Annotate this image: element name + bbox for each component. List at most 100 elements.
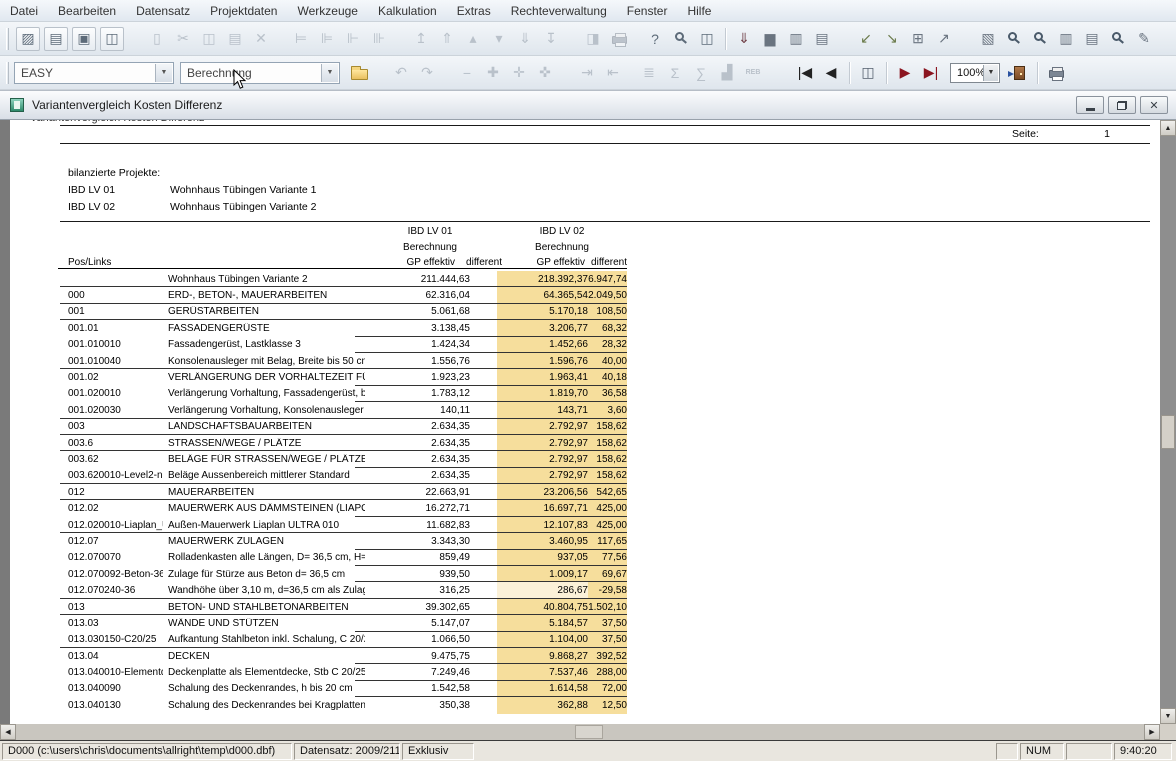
menu-item-hilfe[interactable]: Hilfe [677,1,721,21]
move-top-icon[interactable]: ↥ [409,27,433,51]
last-record-button[interactable]: ▶| [919,61,943,85]
cut-icon[interactable]: ✂ [171,27,195,51]
page-preview-icon[interactable]: ◨ [581,27,605,51]
view-picture-icon[interactable]: ▣ [72,27,96,51]
close-preview-button[interactable] [1007,61,1031,85]
row-different-lv02: 392,52 [588,648,627,664]
doc-export-icon[interactable]: ▥ [784,27,808,51]
horizontal-scrollbar[interactable]: ◀ ▶ [0,724,1160,740]
move-up-icon[interactable]: ▴ [461,27,485,51]
menu-item-kalkulation[interactable]: Kalkulation [368,1,447,21]
scroll-right-button[interactable]: ▶ [1144,724,1160,740]
move-bottom-icon[interactable]: ↧ [539,27,563,51]
move-pageup-icon[interactable]: ⇑ [435,27,459,51]
window-tile-icon[interactable]: ⊞ [906,27,930,51]
chart-icon[interactable]: ▟ [715,61,739,85]
scroll-down-button[interactable]: ▼ [1160,708,1176,724]
first-record-button[interactable]: |◀ [793,61,817,85]
row-gp-effektiv-lv01: 9.475,75 [365,651,470,662]
copy-icon[interactable]: ◫ [197,27,221,51]
print-report-button[interactable] [1044,61,1068,85]
profile-combo[interactable]: EASY ▼ [14,62,174,84]
reb-icon[interactable]: REB [741,61,765,85]
book-arrow-icon[interactable]: ▥ [1054,27,1078,51]
undo-icon[interactable]: ↶ [389,61,413,85]
view-graphic-icon[interactable]: ▨ [16,27,40,51]
menu-item-rechteverwaltung[interactable]: Rechteverwaltung [501,1,617,21]
add-position-icon[interactable]: ✛ [507,61,531,85]
new-icon[interactable]: ▯ [145,27,169,51]
tree-level2-icon[interactable]: ⊫ [315,27,339,51]
jump-back-icon[interactable]: ↙ [854,27,878,51]
row-gp-effektiv-lv01: 11.682,83 [365,520,470,531]
row-gp-effektiv-lv02: 7.537,46 [497,664,588,680]
jump-forward-icon[interactable]: ↘ [880,27,904,51]
help-icon[interactable]: ? [643,27,667,51]
zoom-select[interactable]: 100%▼ [950,63,1000,83]
toolbar-grip[interactable] [6,28,9,50]
row-separator [355,401,627,402]
tree-level1-icon[interactable]: ⊨ [289,27,313,51]
list-icon[interactable]: ≣ [637,61,661,85]
table-row: 003.6STRASSEN/WEGE / PLÄTZE2.634,352.792… [68,435,627,451]
menu-item-extras[interactable]: Extras [447,1,501,21]
tree-structure-icon[interactable]: ⊪ [367,27,391,51]
pin-icon[interactable]: ↗ [932,27,956,51]
promote-icon[interactable]: ⇤ [601,61,625,85]
menu-item-datei[interactable]: Datei [0,1,48,21]
row-different-lv02: 3,60 [588,402,627,418]
vertical-scrollbar[interactable]: ▲ ▼ [1160,120,1176,724]
data-book-icon[interactable]: ▆ [758,27,782,51]
move-down-icon[interactable]: ▾ [487,27,511,51]
sum-selection-icon[interactable]: Σ [663,61,687,85]
paste-icon[interactable]: ▤ [223,27,247,51]
search-icon[interactable] [669,27,693,51]
move-pagedown-icon[interactable]: ⇓ [513,27,537,51]
scroll-up-button[interactable]: ▲ [1160,120,1176,136]
print-icon[interactable] [607,27,631,51]
view-report-icon[interactable]: ▤ [44,27,68,51]
view-copies-icon[interactable]: ◫ [100,27,124,51]
sum-icon[interactable]: ∑ [689,61,713,85]
row-different-lv02: 158,62 [588,451,627,467]
remove-position-icon[interactable]: − [455,61,479,85]
minimize-button[interactable] [1076,96,1104,114]
redo-icon[interactable]: ↷ [415,61,439,85]
insert-position-icon[interactable]: ✚ [481,61,505,85]
prev-record-button[interactable]: ◀ [819,61,843,85]
add-sub-position-icon[interactable]: ✜ [533,61,557,85]
menu-item-werkzeuge[interactable]: Werkzeuge [287,1,367,21]
notes-icon[interactable]: ▤ [1080,27,1104,51]
chevron-down-icon[interactable]: ▼ [321,64,338,82]
chevron-down-icon[interactable]: ▼ [155,64,172,82]
edit-book-icon[interactable]: ✎ [1132,27,1156,51]
next-record-button[interactable]: ▶ [893,61,917,85]
doc-send-icon[interactable]: ▤ [810,27,834,51]
menu-item-datensatz[interactable]: Datensatz [126,1,200,21]
menu-item-fenster[interactable]: Fenster [617,1,678,21]
scroll-left-button[interactable]: ◀ [0,724,16,740]
search-book-icon[interactable] [1002,27,1026,51]
toolbar-grip[interactable] [6,62,9,84]
restore-button[interactable] [1108,96,1136,114]
mode-combo[interactable]: Berechnung ▼ [180,62,340,84]
delete-icon[interactable]: ✕ [249,27,273,51]
menu-item-projektdaten[interactable]: Projektdaten [200,1,287,21]
project-code: IBD LV 02 [68,201,115,213]
menu-item-bearbeiten[interactable]: Bearbeiten [48,1,126,21]
edit-doc-icon[interactable]: ▧ [976,27,1000,51]
chevron-down-icon[interactable]: ▼ [983,65,998,81]
search-db-icon[interactable] [1106,27,1130,51]
vertical-scroll-thumb[interactable] [1161,415,1175,449]
copy-record-button[interactable]: ◫ [856,61,880,85]
import-data-icon[interactable]: ⇓ [732,27,756,51]
arrow-down-icon: ▼ [1165,713,1172,720]
demote-icon[interactable]: ⇥ [575,61,599,85]
toolbar-separator [886,62,887,84]
open-folder-icon[interactable] [347,61,371,85]
table-columns-icon[interactable]: ◫ [695,27,719,51]
close-button[interactable]: ✕ [1140,96,1168,114]
tree-branch-icon[interactable]: ⊩ [341,27,365,51]
horizontal-scroll-thumb[interactable] [575,725,603,739]
search-book2-icon[interactable] [1028,27,1052,51]
